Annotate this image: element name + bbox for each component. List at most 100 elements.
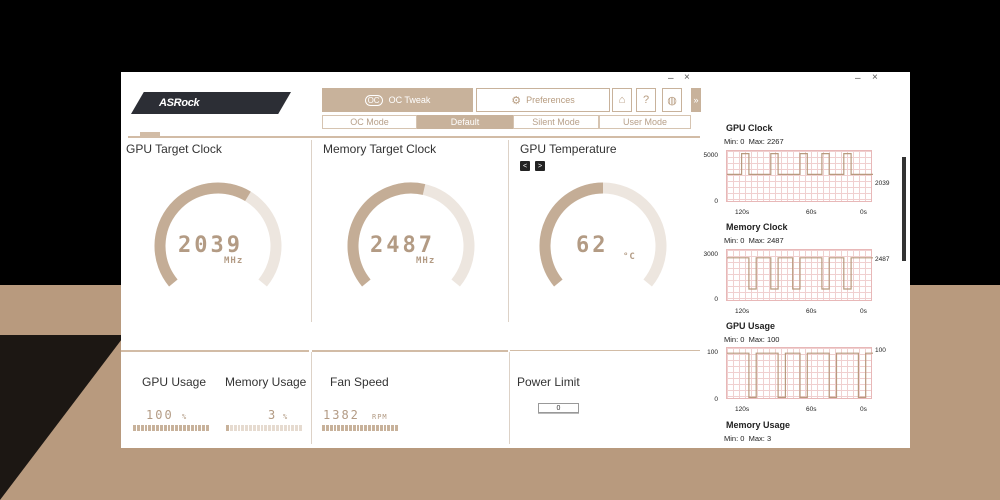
level-segment	[249, 425, 252, 431]
graph-xlabel: 60s	[806, 209, 817, 216]
mem-clock-value: 2487	[370, 233, 435, 258]
power-limit-label: Power Limit	[517, 375, 580, 389]
panel-divider	[311, 140, 312, 322]
level-segment	[182, 425, 186, 431]
mem-clock-graph	[726, 249, 873, 301]
monitor-max: Max: 3	[748, 434, 772, 443]
level-segment	[375, 425, 379, 431]
mode-user[interactable]: User Mode	[599, 115, 691, 129]
level-segment	[279, 425, 283, 431]
globe-icon[interactable]: ◍	[662, 88, 682, 112]
gpu-usage-graph	[726, 347, 873, 399]
monitor-minmax: Min: 0 Max: 2267	[724, 137, 784, 146]
graph-xlabel: 120s	[735, 209, 750, 216]
level-segment	[233, 425, 237, 431]
gpu-usage-unit: %	[182, 413, 188, 421]
level-segment	[291, 425, 295, 431]
level-segment	[144, 425, 148, 431]
mode-default[interactable]: Default	[417, 115, 513, 129]
top-divider	[128, 136, 700, 138]
fan-speed-label: Fan Speed	[330, 375, 389, 389]
gpu-temp-title: GPU Temperature	[520, 142, 617, 156]
gpu-usage-label: GPU Usage	[142, 375, 207, 389]
gpu-clock-value: 2039	[178, 233, 243, 258]
tab-oc-tweak[interactable]: OC OC Tweak	[322, 88, 473, 112]
graph-current: 2039	[875, 180, 890, 187]
gear-icon: ⚙	[511, 94, 522, 107]
level-segment	[167, 425, 171, 431]
monitor-min: Min: 0	[724, 137, 745, 146]
mem-usage-unit: %	[283, 413, 289, 421]
level-segment	[152, 425, 156, 431]
logo-bar: ASRock	[131, 92, 291, 114]
bottom-divider	[121, 350, 309, 352]
level-segment	[287, 425, 291, 431]
level-segment	[148, 425, 152, 431]
monitor-max: Max: 100	[748, 335, 780, 344]
mem-usage-label: Memory Usage	[225, 375, 307, 389]
level-segment	[348, 425, 352, 431]
graph-trace	[727, 153, 873, 175]
level-segment	[329, 425, 333, 431]
level-segment	[364, 425, 368, 431]
minimize-button[interactable]: –	[668, 73, 674, 84]
level-segment	[260, 425, 264, 431]
level-segment	[202, 425, 206, 431]
fan-speed-unit: RPM	[372, 413, 388, 421]
fan-speed-bar	[322, 425, 398, 431]
tab-preferences[interactable]: ⚙ Preferences	[476, 88, 610, 112]
help-icon[interactable]: ?	[636, 88, 656, 112]
graph-current: 100	[875, 347, 886, 354]
level-segment	[194, 425, 198, 431]
monitor-title: Memory Usage	[726, 420, 791, 430]
expand-arrow-icon[interactable]: »	[691, 88, 701, 112]
home-icon[interactable]: ⌂	[612, 88, 632, 112]
mem-clock-unit: MHz	[416, 256, 436, 266]
level-segment	[171, 425, 175, 431]
level-segment	[136, 425, 140, 431]
monitor-minmax: Min: 0 Max: 3	[724, 434, 771, 443]
level-segment	[299, 425, 302, 431]
level-segment	[237, 425, 241, 431]
gpu-clock-title: GPU Target Clock	[126, 142, 222, 156]
monitor-minimize-button[interactable]: –	[855, 73, 861, 84]
monitor-close-button[interactable]: ×	[872, 72, 878, 83]
level-segment	[256, 425, 260, 431]
mem-usage-bar	[226, 425, 302, 431]
level-segment	[275, 425, 279, 431]
level-segment	[264, 425, 268, 431]
power-limit-input[interactable]: 0	[538, 403, 579, 413]
graph-ymax: 3000	[703, 251, 718, 258]
level-segment	[159, 425, 163, 431]
temp-prev-button[interactable]: <	[520, 161, 530, 171]
level-segment	[272, 425, 275, 431]
monitor-min: Min: 0	[724, 236, 745, 245]
mode-selector: OC Mode Default Silent Mode User Mode	[322, 115, 691, 129]
tab-oc-tweak-label: OC Tweak	[388, 95, 431, 105]
mode-silent[interactable]: Silent Mode	[513, 115, 599, 129]
logo: ASRock	[159, 97, 200, 109]
monitor-max: Max: 2487	[748, 236, 784, 245]
graph-xlabel: 0s	[860, 406, 867, 413]
level-segment	[333, 425, 337, 431]
temp-next-button[interactable]: >	[535, 161, 545, 171]
graph-xlabel: 60s	[806, 308, 817, 315]
level-segment	[163, 425, 167, 431]
level-segment	[295, 425, 299, 431]
monitor-min: Min: 0	[724, 434, 745, 443]
graph-xlabel: 120s	[735, 308, 750, 315]
gpu-usage-line	[727, 352, 873, 398]
level-segment	[245, 425, 249, 431]
panel-divider	[311, 352, 312, 444]
close-button[interactable]: ×	[684, 72, 690, 83]
fan-speed-value: 1382	[323, 408, 360, 422]
gpu-usage-bar	[133, 425, 209, 431]
mode-oc[interactable]: OC Mode	[322, 115, 417, 129]
level-segment	[226, 425, 229, 431]
monitor-minmax: Min: 0 Max: 2487	[724, 236, 784, 245]
level-segment	[190, 425, 194, 431]
monitor-scrollbar[interactable]	[902, 157, 906, 261]
level-segment	[229, 425, 233, 431]
graph-ymin: 0	[714, 198, 718, 205]
level-segment	[206, 425, 209, 431]
